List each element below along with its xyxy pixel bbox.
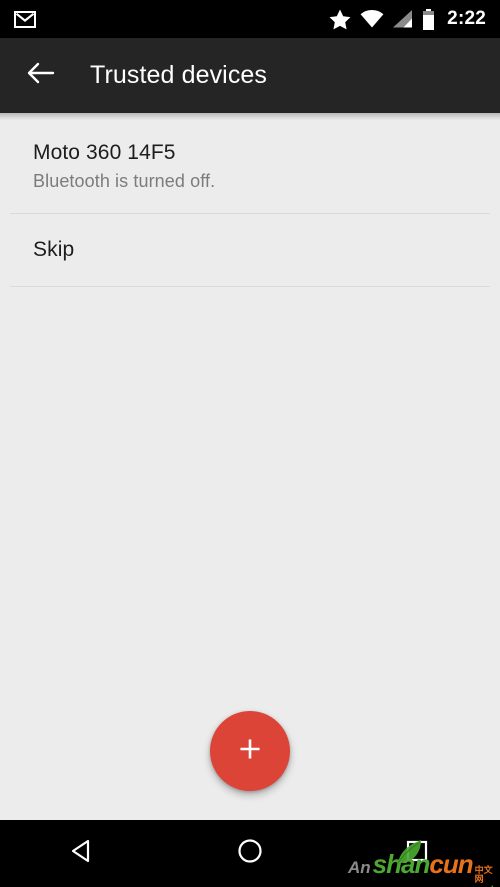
status-bar-right: 2:22 <box>329 8 486 30</box>
list-item-title: Skip <box>33 238 75 261</box>
star-icon <box>329 9 351 30</box>
app-bar: Trusted devices <box>0 38 500 113</box>
battery-icon <box>422 8 435 30</box>
status-bar-clock: 2:22 <box>447 8 486 29</box>
plus-icon <box>235 734 265 769</box>
wifi-icon <box>360 10 384 28</box>
list-divider <box>10 286 490 287</box>
android-screen: 2:22 Trusted devices Moto 360 14F5 Bluet… <box>0 0 500 887</box>
back-triangle-icon <box>68 836 98 871</box>
navigation-bar <box>0 820 500 887</box>
nav-home-button[interactable] <box>205 820 295 887</box>
home-circle-icon <box>235 836 265 871</box>
nav-back-button[interactable] <box>38 820 128 887</box>
add-trusted-device-fab[interactable] <box>210 711 290 791</box>
gmail-icon <box>14 10 36 28</box>
back-arrow-button[interactable] <box>13 48 69 104</box>
page-title: Trusted devices <box>90 61 268 89</box>
nav-recents-button[interactable] <box>372 820 462 887</box>
recents-square-icon <box>402 836 432 871</box>
list-item-title: Moto 360 14F5 <box>33 141 176 164</box>
back-arrow-icon <box>27 61 55 90</box>
list-item-trusted-device[interactable]: Moto 360 14F5 Bluetooth is turned off. <box>0 120 500 213</box>
app-bar-shadow <box>0 113 500 120</box>
list-item-subtitle: Bluetooth is turned off. <box>33 171 216 191</box>
status-bar: 2:22 <box>0 0 500 38</box>
status-bar-left <box>14 10 36 28</box>
cellular-signal-icon <box>393 10 413 28</box>
list-item-skip[interactable]: Skip <box>0 214 500 286</box>
